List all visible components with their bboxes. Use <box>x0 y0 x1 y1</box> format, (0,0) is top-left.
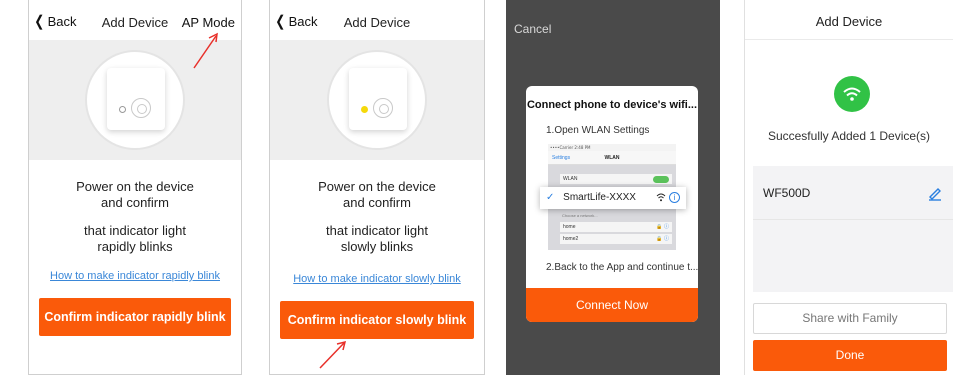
indicator-light-icon <box>361 106 368 113</box>
instruction-line: that indicator light <box>326 223 428 238</box>
screenshot-status-bar: ••••Carrier 2:48 PM <box>548 144 676 151</box>
screenshot-wlan-row: WLAN <box>560 174 672 184</box>
indicator-light-icon <box>119 106 126 113</box>
screen-connect-wifi: Cancel Connect phone to device's wifi...… <box>506 0 720 375</box>
screenshot-title: WLAN <box>604 155 620 161</box>
instruction-line: Power on the device <box>318 179 436 194</box>
edit-pencil-icon[interactable] <box>927 185 943 201</box>
power-button-icon <box>131 98 151 118</box>
instruction-line: that indicator light <box>84 223 186 238</box>
screen-slow-blink: ❮ Back Add Device Power on the device an… <box>269 0 485 375</box>
instruction-line: and confirm <box>343 195 411 210</box>
checkmark-icon: ✓ <box>546 192 555 203</box>
annotation-arrow-icon <box>319 340 347 369</box>
screenshot-network-name: home2 <box>563 236 579 242</box>
screenshot-network-row: home2 🔒 ⓘ <box>560 234 672 244</box>
page-title: Add Device <box>815 14 883 29</box>
dialog-title: Connect phone to device's wifi... <box>526 99 698 111</box>
wifi-lock-icon: 🔒 ⓘ <box>656 224 669 230</box>
dialog-step-2: 2.Back to the App and continue t... <box>546 262 698 273</box>
confirm-rapid-blink-button[interactable]: Confirm indicator rapidly blink <box>39 298 231 336</box>
divider <box>745 39 953 40</box>
device-circle <box>87 52 183 148</box>
wifi-info-icon: i <box>656 187 680 209</box>
cancel-button[interactable]: Cancel <box>514 22 551 36</box>
instruction-line: slowly blinks <box>340 239 414 254</box>
device-name: WF500D <box>763 186 811 200</box>
instruction-line: and confirm <box>101 195 169 210</box>
device-circle <box>329 52 425 148</box>
done-button[interactable]: Done <box>753 340 947 371</box>
device-list: WF500D <box>753 166 953 292</box>
wifi-lock-icon: 🔒 ⓘ <box>656 236 669 242</box>
screenshot-navbar: Settings WLAN <box>548 151 676 165</box>
instruction-line: Power on the device <box>76 179 194 194</box>
confirm-slow-blink-button[interactable]: Confirm indicator slowly blink <box>280 301 474 339</box>
dialog-step-1: 1.Open WLAN Settings <box>546 125 650 136</box>
connect-now-button[interactable]: Connect Now <box>526 288 698 322</box>
selected-network-row: ✓ SmartLife-XXXX i <box>540 187 686 209</box>
navbar: ❮ Back Add Device <box>270 0 484 40</box>
screenshot-network-row: home 🔒 ⓘ <box>560 222 672 232</box>
selected-network-name: SmartLife-XXXX <box>563 192 636 203</box>
page-title: Add Device <box>343 15 411 30</box>
screenshot-choose-label: Choose a network... <box>562 213 598 218</box>
annotation-arrow-icon <box>193 32 218 69</box>
device-row[interactable]: WF500D <box>753 166 953 220</box>
screen-device-added: Add Device Succesfully Added 1 Device(s)… <box>744 0 953 375</box>
screenshot-wlan-label: WLAN <box>563 176 578 182</box>
device-icon <box>349 68 407 130</box>
help-link[interactable]: How to make indicator slowly blink <box>270 273 484 285</box>
ap-mode-button[interactable]: AP Mode <box>182 15 235 30</box>
device-icon <box>107 68 165 130</box>
help-link[interactable]: How to make indicator rapidly blink <box>29 270 241 282</box>
success-message: Succesfully Added 1 Device(s) <box>767 129 931 143</box>
instruction-line: rapidly blinks <box>97 239 173 254</box>
device-illustration <box>270 40 484 160</box>
screenshot-network-name: home <box>563 224 576 230</box>
share-with-family-button[interactable]: Share with Family <box>753 303 947 334</box>
toggle-icon <box>653 176 669 183</box>
power-button-icon <box>373 98 393 118</box>
wifi-success-icon <box>834 76 870 112</box>
